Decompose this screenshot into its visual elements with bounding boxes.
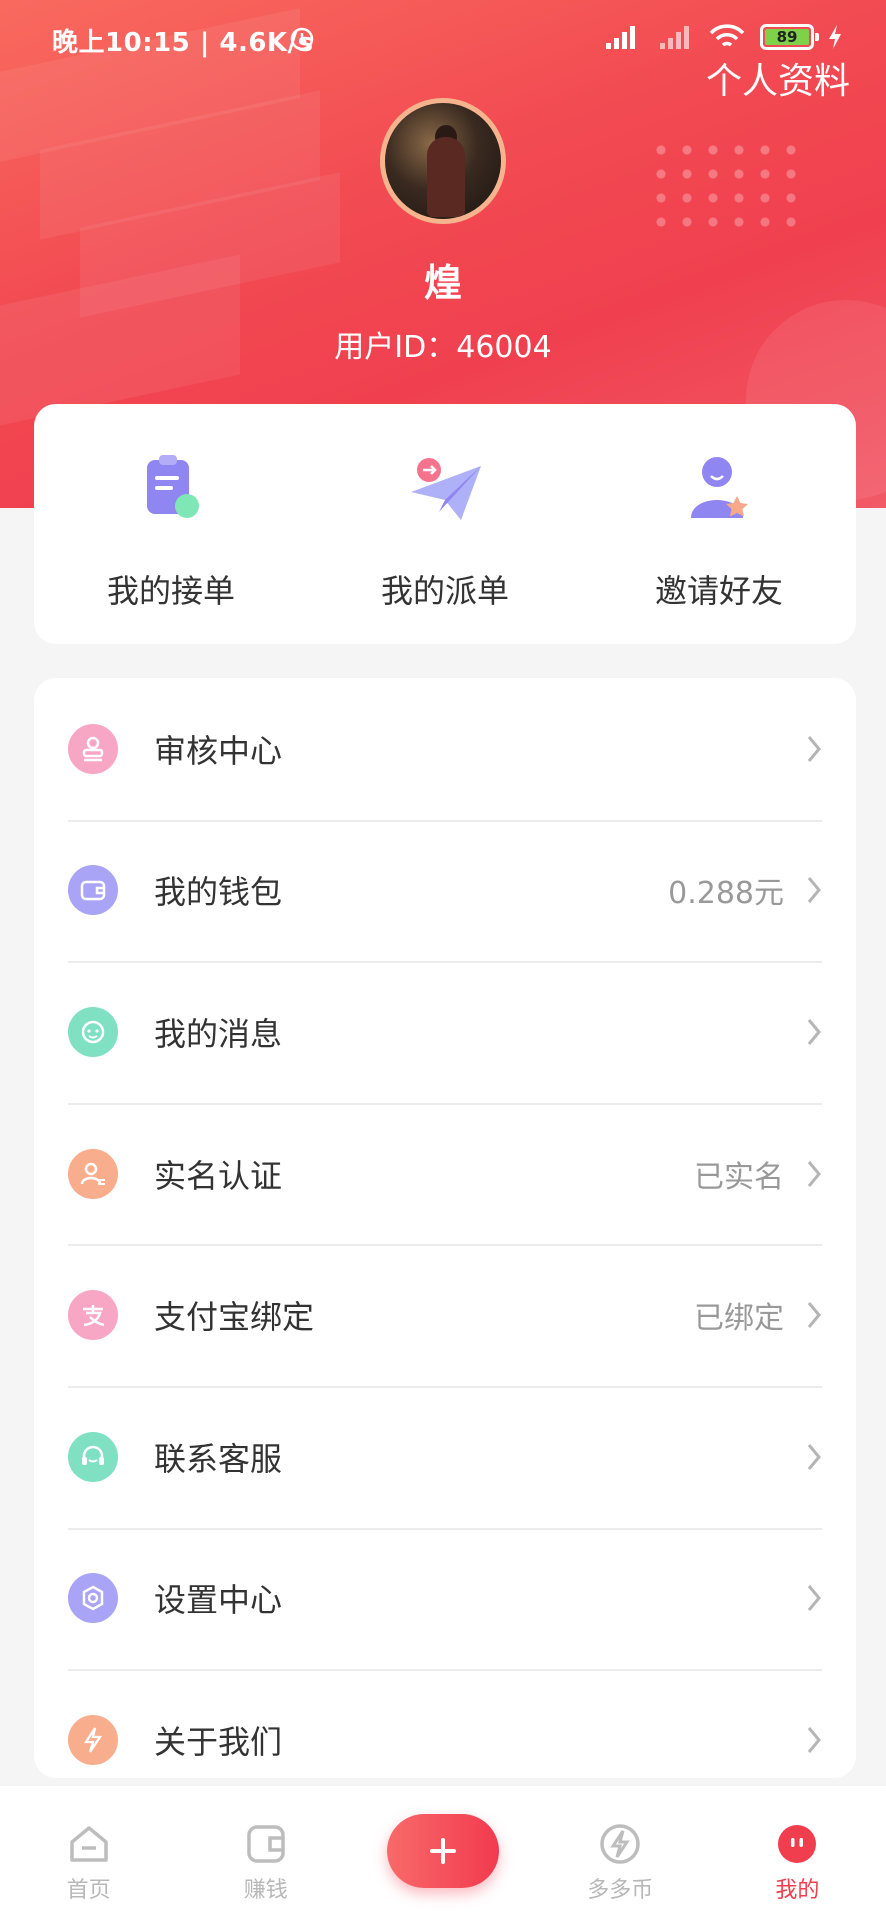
menu-item-real-name-verification[interactable]: 实名认证 已实名 [34, 1102, 856, 1245]
charging-icon [829, 25, 841, 49]
quick-action-label: 我的派单 [380, 572, 509, 610]
message-icon [68, 1006, 118, 1057]
avatar[interactable] [380, 98, 506, 224]
menu-item-settings[interactable]: 设置中心 [34, 1527, 856, 1670]
username: 煌 [423, 261, 462, 305]
chevron-right-icon [802, 1015, 826, 1049]
tab-mine[interactable]: 我的 [709, 1786, 886, 1920]
tab-home[interactable]: 首页 [0, 1786, 177, 1920]
tab-publish[interactable] [354, 1786, 531, 1920]
profile-link[interactable]: 个人资料 [706, 52, 850, 104]
battery-icon: 89 [760, 24, 819, 50]
tab-label: 赚钱 [243, 1878, 288, 1903]
menu-item-customer-service[interactable]: 联系客服 [34, 1385, 856, 1528]
menu-item-label: 联系客服 [154, 1439, 283, 1478]
verification-status: 已实名 [694, 1159, 784, 1195]
menu-item-messages[interactable]: 我的消息 [34, 961, 856, 1103]
chevron-right-icon [802, 1440, 826, 1474]
user-id: 用户ID：46004 [334, 330, 552, 365]
menu-item-about-us[interactable]: 关于我们 [34, 1669, 856, 1778]
wallet-icon [68, 865, 118, 916]
menu-item-label: 我的消息 [154, 1014, 283, 1053]
signal-2-icon [660, 26, 689, 49]
alipay-icon [68, 1290, 118, 1341]
menu-item-label: 关于我们 [154, 1722, 283, 1761]
tab-label: 我的 [775, 1878, 820, 1903]
menu-item-label: 我的钱包 [154, 873, 283, 912]
menu-item-label: 支付宝绑定 [154, 1298, 315, 1337]
plus-button[interactable] [387, 1814, 499, 1888]
quick-action-label: 邀请好友 [654, 572, 783, 610]
home-icon [69, 1826, 108, 1862]
signal-icon [606, 26, 635, 49]
menu-item-wallet[interactable]: 我的钱包 0.288元 [34, 819, 856, 962]
menu-item-label: 设置中心 [154, 1581, 283, 1620]
settings-icon [68, 1573, 118, 1624]
menu-item-review-center[interactable]: 审核中心 [34, 678, 856, 820]
id-user-icon [68, 1148, 118, 1199]
status-time: 晚上10:15 | 4.6K/s [52, 28, 314, 58]
stamp-icon [68, 723, 118, 774]
chevron-right-icon [802, 1298, 826, 1332]
quick-actions-card: 我的接单 我的派单 邀请好友 [34, 404, 856, 644]
coin-icon [600, 1824, 640, 1864]
chevron-right-icon [802, 873, 826, 907]
profile-tab-icon [778, 1825, 817, 1863]
alipay-status: 已绑定 [694, 1301, 784, 1337]
chevron-right-icon [802, 1581, 826, 1615]
tab-label: 首页 [66, 1878, 111, 1903]
invite-friend-icon [679, 450, 759, 530]
quick-action-label: 我的接单 [106, 572, 235, 610]
decor-dots [648, 138, 798, 238]
wallet-tab-icon [247, 1825, 285, 1863]
tab-earn[interactable]: 赚钱 [177, 1786, 354, 1920]
headset-icon [68, 1431, 118, 1482]
wallet-balance: 0.288元 [668, 876, 784, 912]
plus-icon [430, 1838, 456, 1864]
paper-plane-icon [405, 450, 485, 530]
tab-label: 多多币 [587, 1878, 654, 1903]
wifi-icon [709, 24, 745, 47]
tab-coins[interactable]: 多多币 [532, 1786, 709, 1920]
menu-list: 审核中心 我的钱包 0.288元 我的消息 实名认证 已实名 支付宝绑定 已绑定 [34, 678, 856, 1778]
menu-item-alipay-binding[interactable]: 支付宝绑定 已绑定 [34, 1244, 856, 1386]
menu-item-label: 实名认证 [154, 1156, 283, 1195]
alarm-icon [290, 27, 314, 51]
quick-action-invite-friends[interactable]: 邀请好友 [582, 404, 856, 644]
menu-item-label: 审核中心 [154, 731, 283, 770]
chevron-right-icon [802, 732, 826, 766]
battery-level: 89 [776, 28, 798, 46]
quick-action-my-dispatch[interactable]: 我的派单 [308, 404, 582, 644]
quick-action-my-orders[interactable]: 我的接单 [34, 404, 308, 644]
bottom-tab-bar: 首页 赚钱 多多币 我的 [0, 1786, 886, 1920]
chevron-right-icon [802, 1157, 826, 1191]
clipboard-icon [131, 450, 211, 530]
lightning-icon [68, 1714, 118, 1765]
chevron-right-icon [802, 1723, 826, 1757]
